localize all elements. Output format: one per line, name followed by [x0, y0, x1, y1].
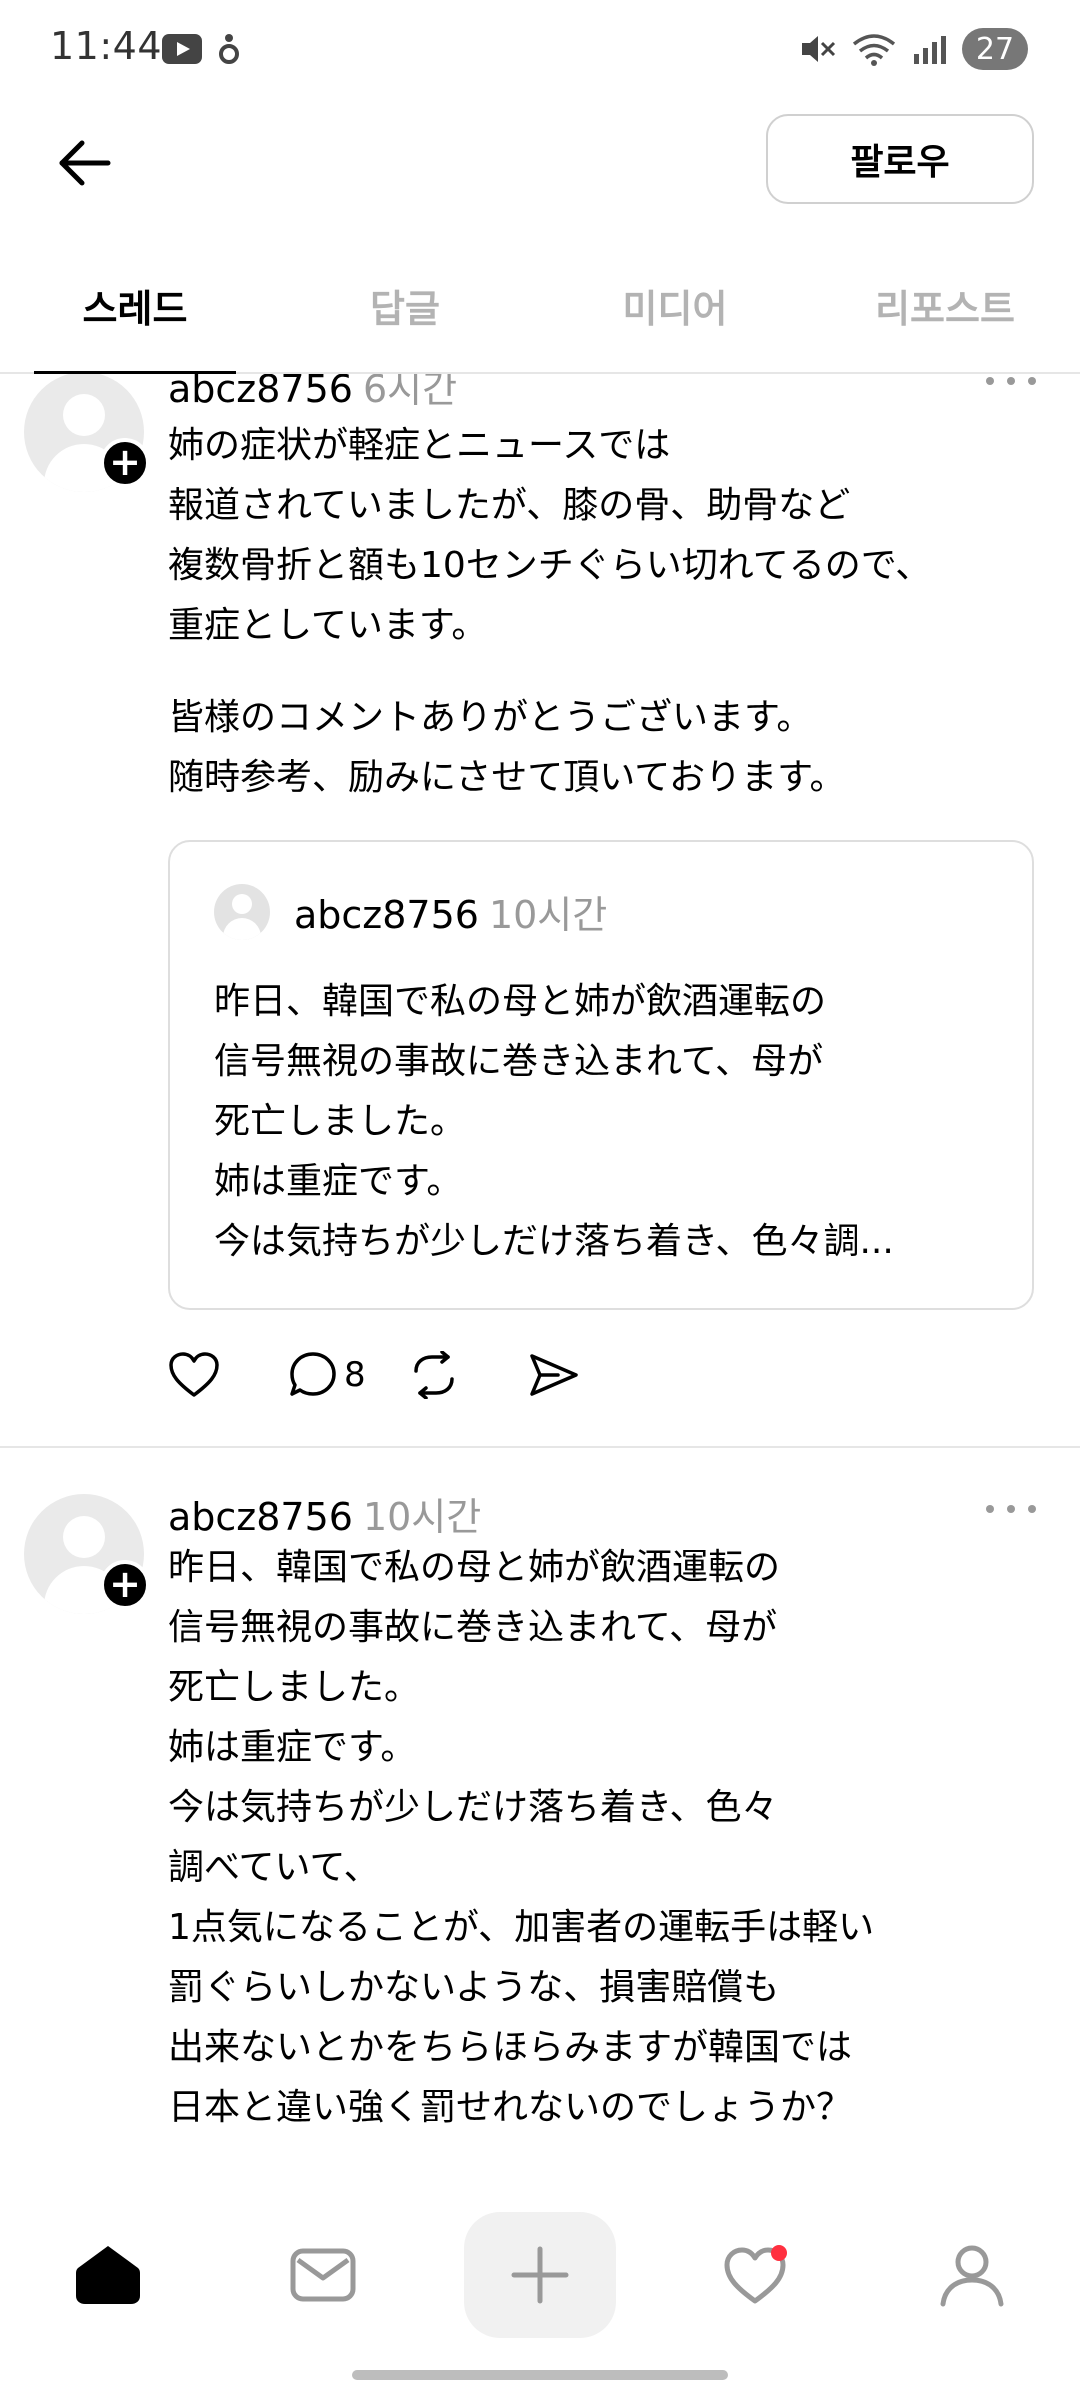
post-line: 姉は重症です。 — [168, 1727, 417, 1768]
youtube-icon — [162, 34, 202, 64]
nav-search[interactable] — [248, 2210, 398, 2340]
share-button[interactable] — [528, 1352, 648, 1398]
like-button[interactable] — [168, 1351, 288, 1399]
post-line: 随時参考、励みにさせて頂いております。 — [168, 757, 846, 798]
post-line: 信号無視の事故に巻き込まれて、母が — [168, 1607, 778, 1648]
follow-plus-icon[interactable]: + — [100, 1560, 150, 1610]
post[interactable]: + abcz8756 6시간 姉の症状が軽症とニュースでは 報道されていましたが、… — [0, 374, 1080, 1418]
follow-button[interactable]: 팔로우 — [766, 114, 1034, 204]
search-icon — [290, 2248, 356, 2302]
post-line: 死亡しました。 — [168, 1667, 421, 1708]
tab-reposts[interactable]: 리포스트 — [810, 250, 1080, 372]
bottom-navigation — [0, 2200, 1080, 2350]
nav-create[interactable] — [463, 2212, 616, 2338]
post-line: 今は気持ちが少しだけ落ち着き、色々 — [168, 1787, 778, 1828]
post-time: 6시간 — [362, 374, 458, 411]
plus-icon — [511, 2246, 569, 2304]
comment-icon — [290, 1352, 336, 1396]
gesture-bar — [352, 2370, 728, 2380]
tab-threads[interactable]: 스레드 — [0, 250, 270, 374]
back-button[interactable] — [50, 128, 120, 198]
quoted-post-body: 昨日、韓国で私の母と姉が飲酒運転の 信号無視の事故に巻き込まれて、母が 死亡しま… — [214, 972, 1004, 1272]
post-actions: 8 — [168, 1350, 648, 1400]
tab-replies[interactable]: 답글 — [270, 250, 540, 372]
quoted-line: 死亡しました。 — [214, 1101, 467, 1142]
post-line: 複数骨折と額も10センチぐらい切れてるので、 — [168, 545, 932, 586]
post-line: 罰ぐらいしかないような、損害賠償も — [168, 1967, 780, 2008]
profile-icon — [940, 2245, 1004, 2307]
post[interactable]: + abcz8756 10시간 昨日、韓国で私の母と姉が飲酒運転の 信号無視の事故… — [0, 1486, 1080, 2204]
quoted-line: 昨日、韓国で私の母と姉が飲酒運転の — [214, 981, 827, 1022]
status-time: 11:44 — [50, 24, 163, 68]
post-header: abcz8756 6시간 — [168, 374, 457, 413]
activity-heart-icon — [724, 2245, 787, 2304]
quoted-line: 姉は重症です。 — [214, 1161, 463, 1202]
follow-plus-icon[interactable]: + — [100, 438, 150, 488]
post-header: abcz8756 10시간 — [168, 1486, 481, 1541]
quoted-post-card[interactable]: abcz8756 10시간 昨日、韓国で私の母と姉が飲酒運転の 信号無視の事故に巻… — [168, 840, 1034, 1310]
more-options-button[interactable] — [986, 374, 1036, 396]
nav-activity[interactable] — [682, 2210, 832, 2340]
more-options-button[interactable] — [986, 1494, 1036, 1524]
quoted-post-header: abcz8756 10시간 — [294, 884, 607, 939]
quoted-line: 今は気持ちが少しだけ落ち着き、色々調... — [214, 1221, 894, 1262]
nav-home[interactable] — [33, 2210, 183, 2340]
profile-tabs: 스레드 답글 미디어 리포스트 — [0, 250, 1080, 374]
home-icon — [75, 2246, 140, 2304]
post-body: 昨日、韓国で私の母と姉が飲酒運転の 信号無視の事故に巻き込まれて、母が 死亡しま… — [168, 1538, 1048, 2138]
tab-media[interactable]: 미디어 — [540, 250, 810, 372]
post-line: 報道されていましたが、膝の骨、助骨など — [168, 485, 851, 526]
reply-count: 8 — [344, 1355, 366, 1395]
quoted-line: 信号無視の事故に巻き込まれて、母が — [214, 1041, 824, 1082]
feed[interactable]: + abcz8756 6시간 姉の症状が軽症とニュースでは 報道されていましたが、… — [0, 374, 1080, 2204]
post-line: 姉の症状が軽症とニュースでは — [168, 425, 671, 466]
repost-button[interactable] — [408, 1351, 528, 1399]
nav-profile[interactable] — [897, 2210, 1047, 2340]
quoted-avatar — [214, 884, 270, 940]
status-bar: 11:44 27 — [0, 0, 1080, 100]
back-arrow-icon — [59, 140, 111, 186]
quoted-post-time: 10시간 — [488, 893, 608, 937]
mute-icon — [802, 36, 836, 62]
username[interactable]: abcz8756 — [168, 374, 353, 411]
post-line: 昨日、韓国で私の母と姉が飲酒運転の — [168, 1547, 781, 1588]
post-line: 調べていて、 — [168, 1847, 380, 1888]
username[interactable]: abcz8756 — [168, 1495, 353, 1539]
repost-icon — [414, 1351, 454, 1399]
post-line: 出来ないとかをちらほらみますが韓国では — [168, 2027, 853, 2068]
post-body: 姉の症状が軽症とニュースでは 報道されていましたが、膝の骨、助骨など 複数骨折と… — [168, 416, 1048, 808]
quoted-username: abcz8756 — [294, 893, 479, 937]
status-right-icons: 27 — [800, 28, 1028, 70]
post-line: 1点気になることが、加害者の運転手は軽い — [168, 1907, 875, 1948]
send-icon — [530, 1354, 578, 1396]
signal-icon — [914, 36, 946, 64]
post-line: 日本と違い強く罰せれないのでしょうか？ — [168, 2087, 853, 2128]
wifi-icon — [852, 34, 896, 66]
battery-indicator: 27 — [962, 28, 1028, 70]
post-time: 10시간 — [362, 1495, 482, 1539]
post-line: 重症としています。 — [168, 605, 488, 646]
heart-icon — [169, 1352, 219, 1397]
status-notification-icons — [162, 32, 240, 66]
threads-notif-icon — [219, 34, 239, 64]
top-header: 팔로우 — [0, 100, 1080, 220]
reply-button[interactable]: 8 — [288, 1350, 408, 1400]
post-divider — [0, 1446, 1080, 1448]
post-line: 皆様のコメントありがとうございます。 — [168, 697, 813, 738]
